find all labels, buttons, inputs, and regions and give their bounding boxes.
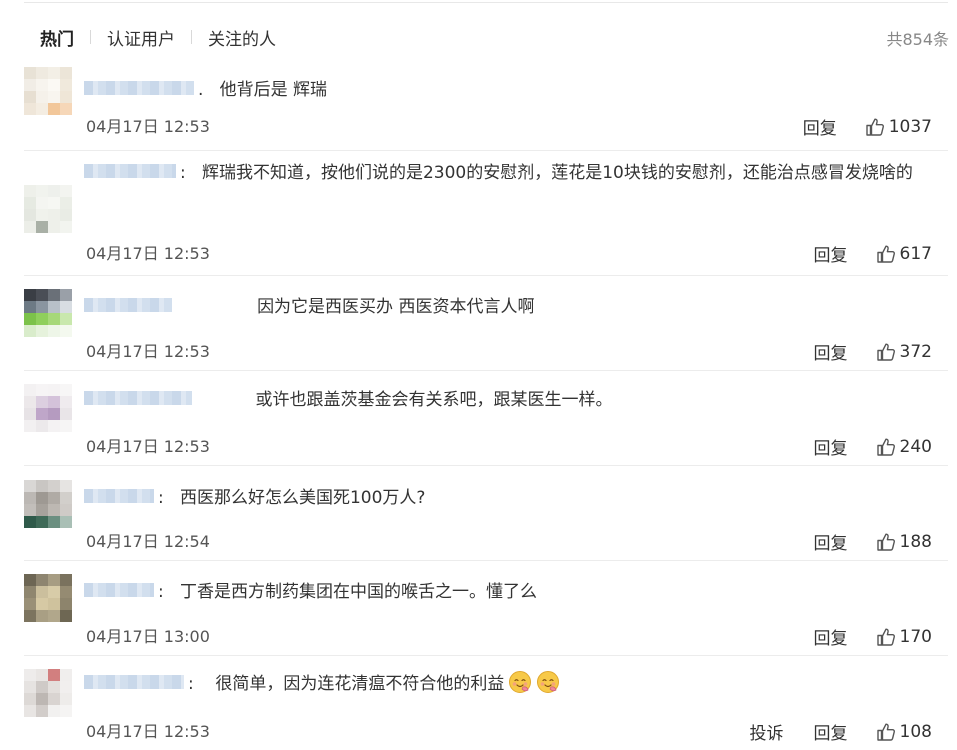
comment-actions: 回复 188 [814, 529, 932, 555]
comment-time: 04月17日 12:53 [86, 437, 210, 456]
avatar[interactable] [24, 480, 72, 528]
smiling-face-emoji-icon [509, 671, 532, 693]
report-button[interactable]: 投诉 [750, 719, 784, 744]
tab-divider [90, 30, 91, 44]
like-count: 108 [899, 721, 932, 742]
comment-time: 04月17日 12:53 [86, 342, 210, 361]
thumbs-up-icon [876, 245, 895, 263]
top-divider [24, 2, 948, 3]
reply-button[interactable]: 回复 [814, 339, 848, 364]
username-redacted[interactable] [84, 391, 192, 405]
comment-time: 04月17日 12:53 [86, 244, 210, 263]
comment-text-line: 或许也跟盖茨基金会有关系吧，跟某医生一样。 [84, 386, 934, 415]
thumbs-up-icon [876, 723, 895, 741]
avatar[interactable] [24, 289, 72, 337]
comment-text-line: : 丁香是西方制药集团在中国的喉舌之一。懂了么 [84, 578, 934, 607]
comment-time: 04月17日 12:54 [86, 532, 210, 551]
comment-actions: 回复 372 [814, 339, 932, 365]
comment-item: : 丁香是西方制药集团在中国的喉舌之一。懂了么 04月17日 13:00 回复 170 [24, 561, 948, 656]
username-redacted[interactable] [84, 298, 172, 312]
comment-actions: 回复 170 [814, 624, 932, 650]
comment-item: . 他背后是 辉瑞 04月17日 12:53 回复 1037 [24, 64, 948, 151]
thumbs-up-icon [866, 118, 884, 136]
tab-hot[interactable]: 热门 [40, 25, 74, 50]
avatar[interactable] [24, 67, 72, 115]
username-separator: . [198, 80, 204, 100]
thumbs-up-icon [876, 533, 895, 551]
like-button[interactable]: 240 [876, 437, 932, 457]
comment-actions: 回复 617 [814, 241, 932, 267]
avatar[interactable] [24, 185, 72, 233]
like-button[interactable]: 188 [876, 532, 932, 552]
reply-button[interactable]: 回复 [814, 241, 848, 266]
reply-button[interactable]: 回复 [814, 529, 848, 554]
avatar[interactable] [24, 384, 72, 432]
tab-verified-users[interactable]: 认证用户 [107, 25, 175, 50]
thumbs-up-icon [876, 343, 895, 361]
comment-list: . 他背后是 辉瑞 04月17日 12:53 回复 1037 : 辉瑞我不知道，… [0, 64, 957, 750]
comment-text-line: : 西医那么好怎么美国死100万人? [84, 484, 934, 513]
comment-item: 因为它是西医买办 西医资本代言人啊 04月17日 12:53 回复 372 [24, 276, 948, 371]
username-separator: : [188, 674, 194, 694]
like-count: 617 [899, 243, 932, 264]
comment-item: : 西医那么好怎么美国死100万人? 04月17日 12:54 回复 188 [24, 466, 948, 561]
username-redacted[interactable] [84, 81, 194, 95]
username-redacted[interactable] [84, 164, 176, 178]
reply-button[interactable]: 回复 [814, 434, 848, 459]
thumbs-up-icon [876, 438, 895, 456]
avatar[interactable] [24, 669, 72, 717]
comment-panel: 热门 认证用户 关注的人 共854条 . 他背后是 辉瑞 04月17日 12:5… [0, 0, 957, 750]
like-count: 188 [899, 531, 932, 552]
comment-total-count: 共854条 [886, 30, 949, 49]
comment-text: 丁香是西方制药集团在中国的喉舌之一。懂了么 [179, 582, 537, 602]
comment-text: 很简单，因为连花清瘟不符合他的利益 [215, 674, 505, 694]
thumbs-up-icon [876, 628, 895, 646]
comment-time: 04月17日 12:53 [86, 722, 210, 741]
comment-item: 或许也跟盖茨基金会有关系吧，跟某医生一样。 04月17日 12:53 回复 240 [24, 371, 948, 466]
comment-text-line: : 很简单，因为连花清瘟不符合他的利益 [84, 670, 934, 699]
username-separator: : [180, 163, 186, 183]
comment-time: 04月17日 13:00 [86, 627, 210, 646]
comment-text-line: 因为它是西医买办 西医资本代言人啊 [84, 293, 934, 322]
smiling-face-emoji-icon [537, 671, 560, 693]
like-count: 240 [899, 436, 932, 457]
username-separator: : [158, 488, 164, 508]
like-button[interactable]: 617 [876, 244, 932, 264]
comment-text: 他背后是 辉瑞 [219, 80, 328, 100]
reply-button[interactable]: 回复 [803, 114, 837, 139]
username-redacted[interactable] [84, 675, 184, 689]
comment-time: 04月17日 12:53 [86, 117, 210, 136]
comment-text: 西医那么好怎么美国死100万人? [179, 488, 426, 508]
comment-item: : 很简单，因为连花清瘟不符合他的利益 04月17日 12:53 投诉 回复 108 [24, 656, 948, 750]
tab-following[interactable]: 关注的人 [208, 25, 276, 50]
like-button[interactable]: 170 [876, 627, 932, 647]
comment-actions: 回复 1037 [803, 114, 932, 140]
like-button[interactable]: 1037 [865, 117, 932, 137]
comment-text: 因为它是西医买办 西医资本代言人啊 [257, 297, 535, 317]
reply-button[interactable]: 回复 [814, 719, 848, 744]
like-count: 1037 [888, 116, 932, 137]
comment-text: 辉瑞我不知道，按他们说的是2300的安慰剂，莲花是10块钱的安慰剂，还能治点感冒… [201, 163, 913, 183]
comment-actions: 回复 240 [814, 434, 932, 460]
avatar[interactable] [24, 574, 72, 622]
like-button[interactable]: 108 [876, 722, 932, 742]
username-redacted[interactable] [84, 583, 154, 597]
like-count: 372 [899, 341, 932, 362]
comment-text-line: . 他背后是 辉瑞 [84, 76, 940, 105]
username-redacted[interactable] [84, 489, 154, 503]
reply-button[interactable]: 回复 [814, 624, 848, 649]
tab-divider [191, 30, 192, 44]
comment-filter-tabs: 热门 认证用户 关注的人 [40, 24, 950, 50]
like-count: 170 [899, 626, 932, 647]
comment-text-line: : 辉瑞我不知道，按他们说的是2300的安慰剂，莲花是10块钱的安慰剂，还能治点… [84, 159, 934, 188]
comment-actions: 投诉 回复 108 [750, 719, 932, 745]
comment-text: 或许也跟盖茨基金会有关系吧，跟某医生一样。 [255, 390, 613, 410]
like-button[interactable]: 372 [876, 342, 932, 362]
username-separator: : [158, 582, 164, 602]
comment-item: : 辉瑞我不知道，按他们说的是2300的安慰剂，莲花是10块钱的安慰剂，还能治点… [24, 151, 948, 276]
